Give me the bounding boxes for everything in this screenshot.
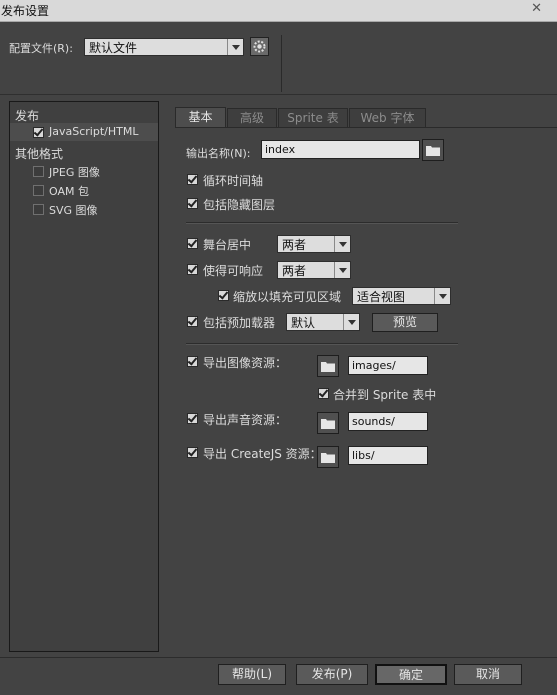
- tab-sprite-sheet[interactable]: Sprite 表: [278, 108, 348, 127]
- tab-basic[interactable]: 基本: [175, 107, 226, 127]
- tab-web-fonts[interactable]: Web 字体: [349, 108, 426, 127]
- window-title: 发布设置: [1, 4, 50, 18]
- folder-icon[interactable]: [317, 412, 339, 434]
- responsive-label: 使得可响应: [203, 264, 264, 278]
- export-images-label: 导出图像资源：: [203, 356, 288, 370]
- preview-button[interactable]: 预览: [372, 313, 438, 332]
- output-name-label: 输出名称(N):: [186, 147, 251, 160]
- export-createjs-path[interactable]: libs/: [348, 446, 428, 465]
- output-name-input[interactable]: index: [261, 140, 420, 159]
- list-item-oam[interactable]: OAM 包: [49, 183, 89, 199]
- center-stage-checkbox[interactable]: [187, 238, 198, 249]
- export-sounds-checkbox[interactable]: [187, 413, 198, 424]
- center-stage-value: 两者: [282, 238, 307, 252]
- responsive-checkbox[interactable]: [187, 264, 198, 275]
- scale-fill-value: 适合视图: [357, 290, 406, 304]
- section-divider: [186, 343, 458, 345]
- chevron-down-icon: [434, 288, 450, 304]
- section-divider: [186, 222, 458, 224]
- tab-advanced[interactable]: 高级: [227, 108, 277, 127]
- tab-strip-line: [175, 127, 557, 128]
- footer-divider: [0, 657, 557, 658]
- publish-button[interactable]: 发布(P): [296, 664, 368, 685]
- header-bottom-divider: [0, 94, 557, 95]
- ok-button[interactable]: 确定: [375, 664, 447, 685]
- scale-fill-label: 缩放以填充可见区域: [233, 290, 342, 304]
- responsive-value: 两者: [282, 264, 307, 278]
- folder-icon[interactable]: [422, 139, 444, 161]
- jpeg-checkbox[interactable]: [33, 166, 44, 177]
- svg-checkbox[interactable]: [33, 204, 44, 215]
- include-hidden-layers-checkbox[interactable]: [187, 198, 198, 209]
- preloader-dropdown[interactable]: 默认: [286, 313, 360, 331]
- title-bar: 发布设置 ✕: [0, 0, 557, 22]
- oam-checkbox[interactable]: [33, 185, 44, 196]
- loop-timeline-checkbox[interactable]: [187, 174, 198, 185]
- profile-dropdown[interactable]: 默认文件: [84, 38, 244, 56]
- export-sounds-label: 导出声音资源：: [203, 413, 288, 427]
- chevron-down-icon: [334, 262, 350, 278]
- export-images-checkbox[interactable]: [187, 356, 198, 367]
- js-html-checkbox[interactable]: [33, 127, 44, 138]
- preloader-value: 默认: [291, 316, 316, 330]
- gear-icon[interactable]: [250, 37, 269, 56]
- merge-sprite-checkbox[interactable]: [318, 388, 329, 399]
- chevron-down-icon: [343, 314, 359, 330]
- list-header-other: 其他格式: [15, 147, 64, 161]
- folder-icon[interactable]: [317, 446, 339, 468]
- scale-fill-dropdown[interactable]: 适合视图: [352, 287, 451, 305]
- close-icon[interactable]: ✕: [531, 1, 542, 16]
- chevron-down-icon: [334, 236, 350, 252]
- help-button[interactable]: 帮助(L): [218, 664, 286, 685]
- list-item-jpeg[interactable]: JPEG 图像: [49, 164, 100, 180]
- responsive-dropdown[interactable]: 两者: [277, 261, 351, 279]
- profile-value: 默认文件: [89, 41, 138, 55]
- include-hidden-layers-label: 包括隐藏图层: [203, 198, 276, 212]
- preloader-label: 包括预加载器: [203, 316, 276, 330]
- profile-label: 配置文件(R):: [9, 42, 73, 55]
- export-createjs-checkbox[interactable]: [187, 447, 198, 458]
- list-item-svg[interactable]: SVG 图像: [49, 202, 98, 218]
- preloader-checkbox[interactable]: [187, 316, 198, 327]
- loop-timeline-label: 循环时间轴: [203, 174, 264, 188]
- list-item-js-html[interactable]: JavaScript/HTML: [49, 125, 138, 138]
- export-createjs-label: 导出 CreateJS 资源：: [203, 447, 322, 461]
- chevron-down-icon: [227, 39, 243, 55]
- export-images-path[interactable]: images/: [348, 356, 428, 375]
- center-stage-label: 舞台居中: [203, 238, 252, 252]
- folder-icon[interactable]: [317, 355, 339, 377]
- center-stage-dropdown[interactable]: 两者: [277, 235, 351, 253]
- cancel-button[interactable]: 取消: [454, 664, 522, 685]
- merge-sprite-label: 合并到 Sprite 表中: [333, 388, 437, 402]
- header-divider: [281, 35, 282, 92]
- export-sounds-path[interactable]: sounds/: [348, 412, 428, 431]
- scale-fill-checkbox[interactable]: [218, 290, 229, 301]
- list-header-publish: 发布: [15, 109, 40, 123]
